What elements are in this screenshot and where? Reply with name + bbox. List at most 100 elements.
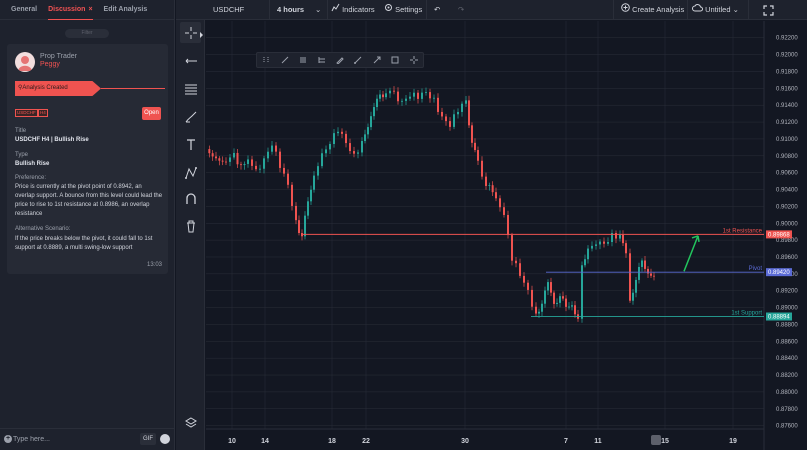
candle-body [275,145,277,152]
avatar[interactable] [15,52,35,72]
y-tick-label: 0.90200 [776,204,798,210]
candle-body [465,100,467,104]
rectangle-icon[interactable] [386,53,404,67]
candle-body [635,279,637,293]
candle-body [379,94,381,99]
divider [613,0,614,20]
x-tick-label: 11 [594,438,602,445]
candle-body [373,107,375,117]
y-tick-label: 0.89200 [776,289,798,295]
arrow-line-icon[interactable] [368,53,386,67]
fib-channel-icon[interactable] [312,53,330,67]
banner-label: Analysis Created [22,85,68,91]
candle-body [547,282,549,291]
x-tick-label: 14 [261,438,269,445]
candle-body [349,143,351,152]
y-tick-label: 0.89800 [776,238,798,244]
candle-body [499,198,501,208]
candle-body [571,305,573,307]
crosshair-icon[interactable] [405,53,423,67]
candle-body [461,103,463,112]
close-icon[interactable]: × [88,6,92,13]
horizontal-lines-icon[interactable] [294,53,312,67]
filter-pill[interactable]: Filter [65,29,109,38]
candle-body [208,149,211,154]
candle-body [544,290,546,304]
candle-body [233,152,235,158]
candle-body [385,93,387,98]
trendline-icon[interactable] [275,53,293,67]
layers-tool[interactable] [180,412,201,433]
candle-body [357,152,359,154]
emoji-icon[interactable] [160,434,170,444]
tab-discussion[interactable]: Discussion × [48,0,93,20]
y-tick-label: 0.91200 [776,120,798,126]
add-icon[interactable]: + [4,435,12,443]
symbol-selector[interactable]: USDCHF [213,0,244,20]
alternative-label: Alternative Scenario: [15,226,71,232]
candle-body [393,90,395,92]
candle-body [333,133,335,144]
candle-body [361,141,363,153]
tab-discussion-label: Discussion [48,5,86,13]
candle-body [641,260,643,267]
candle-body [607,242,609,244]
fullscreen-icon[interactable] [763,0,774,20]
text-tool[interactable] [180,134,201,155]
fib-tool[interactable] [180,78,201,99]
gif-button[interactable]: GIF [140,433,156,445]
candle-body [243,163,246,166]
tab-edit-analysis[interactable]: Edit Analysis [104,0,148,20]
candle-body [382,94,384,98]
magnet-tool[interactable] [180,188,201,209]
candle-body [317,166,319,176]
level-name: 1st Support [731,311,762,317]
indicators-button[interactable]: Indicators [331,0,375,20]
candle-body [515,260,517,264]
divider [269,0,270,20]
y-tick-label: 0.88400 [776,356,798,362]
chart-area[interactable]: 0.92200 0.92000 0.91800 0.91600 0.91400 0.912… [206,21,807,450]
candle-body [425,92,427,93]
crosshair-tool[interactable] [180,22,201,43]
y-tick-label: 0.91600 [776,86,798,92]
lightbulb-icon[interactable] [651,435,661,445]
chevron-down-icon[interactable]: ⌄ [315,0,321,20]
message-input[interactable] [13,433,123,445]
author-name[interactable]: Peggy [40,61,60,68]
candle-body [632,292,634,301]
line-tool[interactable] [180,50,201,71]
candle-body [449,121,451,127]
price-chart[interactable]: 0.92200 0.92000 0.91800 0.91600 0.91400 0.912… [206,21,807,450]
interval-selector[interactable]: 4 hours [277,0,304,20]
drag-handle-icon[interactable] [257,53,275,67]
redo-icon[interactable]: ↷ [458,0,464,20]
candle-body [225,161,227,163]
create-analysis-label: Create Analysis [632,5,685,14]
chevron-right-icon[interactable] [200,32,203,38]
candle-body [229,157,231,162]
candle-body [523,275,525,283]
candle-body [251,159,253,166]
settings-button[interactable]: Settings [384,0,422,20]
candle-body [259,168,261,170]
create-analysis-button[interactable]: Create Analysis [621,0,684,20]
pencil-icon[interactable] [331,53,349,67]
fibonacci-icon [184,84,197,94]
undo-icon[interactable]: ↶ [434,0,440,20]
open-button[interactable]: Open [142,107,161,120]
candle-body [565,298,567,307]
y-tick-label: 0.87800 [776,407,798,413]
pattern-tool[interactable] [180,162,201,183]
candle-body [291,184,293,206]
brush-tool[interactable] [180,106,201,127]
candle-body [313,175,315,190]
delete-tool[interactable] [180,215,201,236]
banner-line [101,88,165,89]
ray-icon[interactable] [349,53,367,67]
drawing-tools-sidebar [176,20,205,450]
tab-general[interactable]: General [11,0,37,20]
candle-body [413,92,415,97]
candle-body [218,158,221,161]
layout-selector[interactable]: Untitled ⌄ [692,0,739,20]
